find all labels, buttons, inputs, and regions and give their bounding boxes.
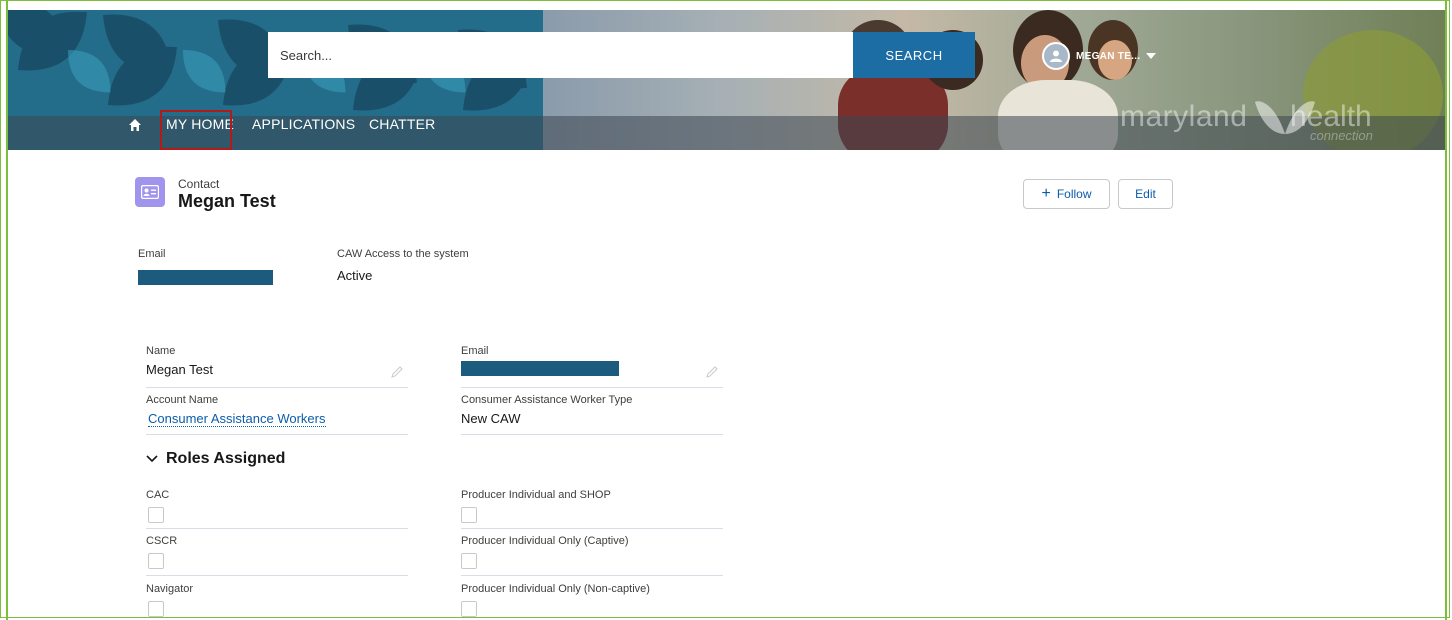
- edit-button[interactable]: Edit: [1118, 179, 1173, 209]
- role-checkbox[interactable]: [461, 507, 477, 523]
- role-field-producer-shop: Producer Individual and SHOP: [461, 489, 723, 529]
- field-name-label: Name: [146, 345, 176, 357]
- role-field-cscr: CSCR: [146, 535, 408, 576]
- role-label: Navigator: [146, 583, 194, 595]
- brand-logo-sub: connection: [1310, 128, 1373, 143]
- role-label: CSCR: [146, 535, 178, 547]
- role-checkbox[interactable]: [461, 553, 477, 569]
- nav-applications[interactable]: APPLICATIONS: [252, 116, 355, 132]
- role-field-cac: CAC: [146, 489, 408, 529]
- user-menu[interactable]: MEGAN TE...: [1042, 42, 1157, 70]
- record-title: Megan Test: [178, 191, 276, 211]
- field-email: Email: [461, 345, 723, 388]
- roles-section-title: Roles Assigned: [166, 450, 286, 467]
- home-icon[interactable]: [128, 118, 142, 132]
- follow-label: Follow: [1056, 187, 1092, 201]
- plus-icon: +: [1041, 185, 1051, 202]
- role-field-navigator: Navigator: [146, 583, 408, 620]
- highlight-outline: [160, 110, 232, 150]
- field-name-value: Megan Test: [146, 362, 213, 377]
- role-field-producer-noncaptive: Producer Individual Only (Non-captive): [461, 583, 723, 620]
- field-account-label: Account Name: [146, 394, 219, 406]
- field-name: Name Megan Test: [146, 345, 408, 388]
- highlight-email-label: Email: [138, 248, 166, 260]
- role-label: CAC: [146, 489, 170, 501]
- pencil-icon[interactable]: [705, 365, 719, 379]
- user-avatar-icon: [1042, 42, 1070, 70]
- highlight-caw-label: CAW Access to the system: [337, 248, 469, 260]
- roles-section-header[interactable]: Roles Assigned: [146, 450, 285, 468]
- redacted-email: [461, 361, 619, 376]
- brand-logo-left: maryland: [1120, 100, 1248, 133]
- record-type: Contact: [178, 177, 220, 191]
- role-label: Producer Individual and SHOP: [461, 489, 611, 501]
- role-checkbox[interactable]: [461, 601, 477, 617]
- field-worker-type-value: New CAW: [461, 411, 521, 426]
- pencil-icon[interactable]: [390, 365, 404, 379]
- role-checkbox[interactable]: [148, 601, 164, 617]
- chevron-down-icon: [146, 455, 158, 463]
- search-button[interactable]: SEARCH: [853, 32, 975, 78]
- role-checkbox[interactable]: [148, 507, 164, 523]
- follow-button[interactable]: + Follow: [1023, 179, 1110, 209]
- role-label: Producer Individual Only (Non-captive): [461, 583, 650, 595]
- nav-chatter[interactable]: CHATTER: [369, 116, 435, 132]
- account-link[interactable]: Consumer Assistance Workers: [148, 411, 326, 427]
- field-account-name: Account Name Consumer Assistance Workers: [146, 394, 408, 435]
- user-name: MEGAN TE...: [1076, 50, 1141, 62]
- search-input[interactable]: [268, 32, 853, 78]
- role-label: Producer Individual Only (Captive): [461, 535, 629, 547]
- field-worker-type: Consumer Assistance Worker Type New CAW: [461, 394, 723, 435]
- highlight-caw-value: Active: [337, 268, 373, 283]
- role-checkbox[interactable]: [148, 553, 164, 569]
- contact-card-icon: [135, 177, 165, 207]
- field-email-label: Email: [461, 345, 489, 357]
- redacted-email: [138, 270, 273, 285]
- chevron-down-icon: [1146, 53, 1157, 59]
- role-field-producer-captive: Producer Individual Only (Captive): [461, 535, 723, 576]
- field-worker-type-label: Consumer Assistance Worker Type: [461, 394, 633, 406]
